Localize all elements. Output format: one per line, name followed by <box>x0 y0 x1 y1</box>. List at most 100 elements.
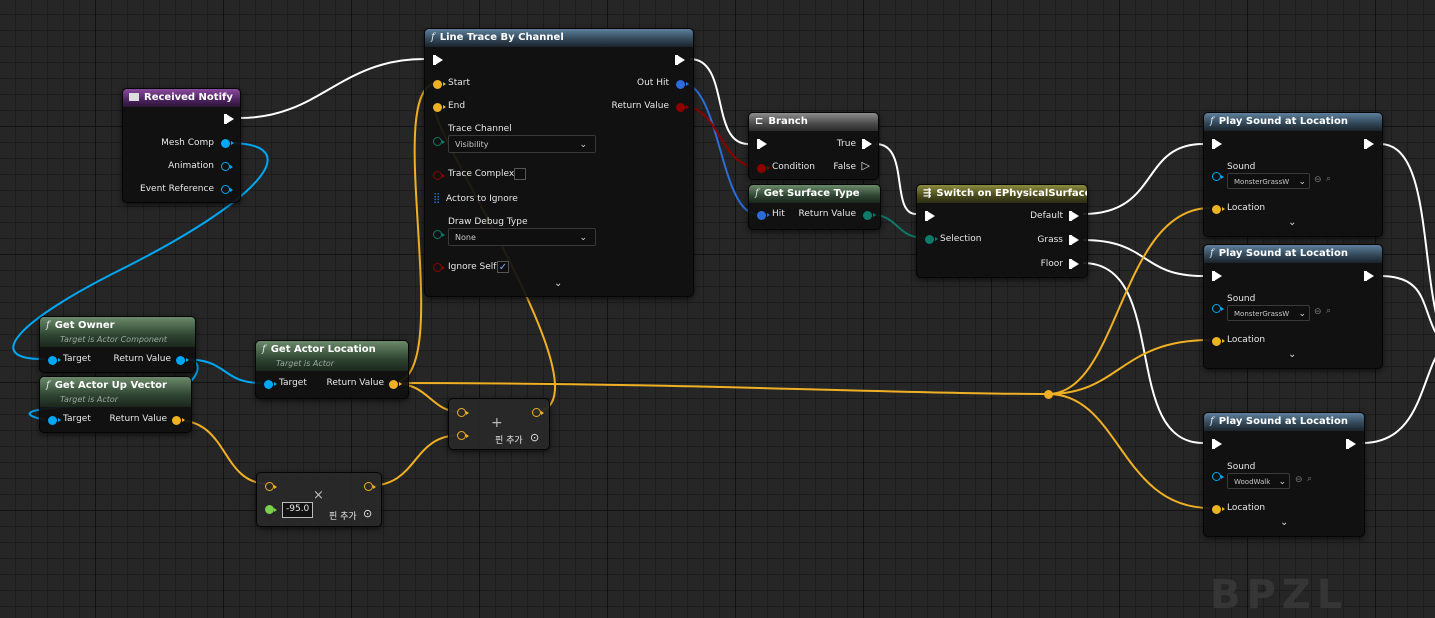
exec-out-pin[interactable] <box>1364 271 1374 281</box>
exec-grass-pin[interactable] <box>1069 235 1079 245</box>
start-pin[interactable] <box>433 80 446 89</box>
chevron-down-icon[interactable]: ⌄ <box>1288 217 1296 228</box>
search-icon[interactable]: ⌕ <box>1307 474 1312 484</box>
search-icon[interactable]: ⌕ <box>1326 174 1331 184</box>
get-surface-type-node[interactable]: f Get Surface Type Hit Return Value <box>748 184 881 230</box>
exec-out-pin[interactable] <box>224 114 234 124</box>
exec-in-pin[interactable] <box>1212 439 1222 449</box>
browse-icon[interactable]: ⊖ <box>1295 475 1303 485</box>
ignore-self-checkbox[interactable]: ✓ <box>497 261 509 273</box>
target-pin[interactable] <box>264 380 277 389</box>
chevron-down-icon[interactable]: ⌄ <box>1288 349 1296 360</box>
return-value-pin[interactable] <box>532 408 544 417</box>
browse-icon[interactable]: ⊖ <box>1314 307 1322 317</box>
sound-pin[interactable] <box>1212 304 1224 313</box>
sound-pin[interactable] <box>1212 472 1224 481</box>
ignore-self-pin[interactable] <box>433 263 445 272</box>
exec-in-pin[interactable] <box>433 55 443 65</box>
float-pin[interactable] <box>265 505 277 514</box>
exec-wire <box>1082 262 1204 444</box>
trace-channel-dropdown[interactable]: Visibility ⌄ <box>448 135 596 153</box>
return-value-pin[interactable] <box>863 211 876 220</box>
exec-floor-pin[interactable] <box>1069 259 1079 269</box>
target-pin[interactable] <box>48 416 61 425</box>
node-header: f Get Surface Type <box>749 185 880 203</box>
function-icon: f <box>46 380 50 391</box>
event-reference-pin[interactable] <box>221 185 233 194</box>
exec-out-pin[interactable] <box>1364 139 1374 149</box>
array-pin-icon[interactable]: ⣿ <box>433 193 440 204</box>
exec-in-pin[interactable] <box>1212 271 1222 281</box>
float-value-input[interactable]: -95.0 <box>282 502 314 518</box>
search-icon[interactable]: ⌕ <box>1326 306 1331 316</box>
return-value-pin[interactable] <box>172 416 185 425</box>
chevron-down-icon[interactable]: ⌄ <box>554 278 562 289</box>
exec-true-pin[interactable] <box>862 139 872 149</box>
return-value-pin[interactable] <box>176 356 189 365</box>
function-icon: f <box>1210 116 1214 127</box>
line-trace-by-channel-node[interactable]: f Line Trace By Channel Start Out Hit End… <box>424 28 694 297</box>
chevron-down-icon: ⌄ <box>1278 477 1286 487</box>
node-title: Play Sound at Location <box>1218 116 1348 127</box>
browse-icon[interactable]: ⊖ <box>1314 175 1322 185</box>
location-pin[interactable] <box>1212 505 1225 514</box>
mesh-comp-pin[interactable] <box>221 139 234 148</box>
draw-debug-pin[interactable] <box>433 230 445 239</box>
target-pin[interactable] <box>48 356 61 365</box>
received-notify-node[interactable]: Received Notify Mesh Comp Animation Even… <box>122 88 241 203</box>
switch-node[interactable]: ⇶ Switch on EPhysicalSurface Default Sele… <box>916 184 1088 278</box>
out-hit-pin[interactable] <box>676 80 689 89</box>
exec-false-pin[interactable]: ▷ <box>862 159 870 172</box>
sound-pin[interactable] <box>1212 172 1224 181</box>
pin-label: Draw Debug Type <box>448 217 528 227</box>
trace-complex-checkbox[interactable] <box>514 168 526 180</box>
return-value-pin[interactable] <box>389 380 402 389</box>
sound-asset-dropdown[interactable]: MonsterGrassW ⌄ <box>1227 173 1310 189</box>
condition-pin[interactable] <box>757 164 770 173</box>
get-actor-location-node[interactable]: f Get Actor Location Target is Actor Targe… <box>255 340 409 399</box>
location-pin[interactable] <box>1212 337 1225 346</box>
exec-out-pin[interactable] <box>1346 439 1356 449</box>
trace-channel-pin[interactable] <box>433 137 445 146</box>
get-actor-up-vector-node[interactable]: f Get Actor Up Vector Target is Actor Targ… <box>39 376 192 433</box>
reroute-knot[interactable] <box>1044 390 1053 399</box>
a-pin[interactable] <box>457 408 469 417</box>
exec-default-pin[interactable] <box>1069 211 1079 221</box>
return-value-pin[interactable] <box>364 482 376 491</box>
play-sound-at-location-node-1[interactable]: f Play Sound at Location Sound MonsterGra… <box>1203 112 1383 237</box>
hit-pin[interactable] <box>757 211 770 220</box>
selection-pin[interactable] <box>925 235 938 244</box>
function-icon: f <box>755 188 759 199</box>
add-pin-label[interactable]: 핀 추가 <box>329 509 357 522</box>
multiply-node[interactable]: × -95.0 핀 추가 ⊙ <box>256 472 382 527</box>
add-pin-icon[interactable]: ⊙ <box>363 507 372 520</box>
exec-in-pin[interactable] <box>925 211 935 221</box>
sound-asset-dropdown[interactable]: MonsterGrassW ⌄ <box>1227 305 1310 321</box>
pin-label: Location <box>1227 335 1266 345</box>
node-subtitle: Target is Actor Component <box>60 335 168 344</box>
play-sound-at-location-node-3[interactable]: f Play Sound at Location Sound WoodWalk ⌄ … <box>1203 412 1365 537</box>
play-sound-at-location-node-2[interactable]: f Play Sound at Location Sound MonsterGra… <box>1203 244 1383 369</box>
branch-node[interactable]: ⊏ Branch True Condition False ▷ <box>748 112 879 180</box>
pin-label: Out Hit <box>637 78 669 88</box>
exec-in-pin[interactable] <box>757 139 767 149</box>
location-pin[interactable] <box>1212 205 1225 214</box>
animation-pin[interactable] <box>221 162 233 171</box>
draw-debug-dropdown[interactable]: None ⌄ <box>448 228 596 246</box>
add-node[interactable]: + 핀 추가 ⊙ <box>448 398 550 450</box>
node-title: Switch on EPhysicalSurface <box>936 188 1087 199</box>
exec-wire <box>1082 143 1204 215</box>
trace-complex-pin[interactable] <box>433 171 445 180</box>
exec-out-pin[interactable] <box>675 55 685 65</box>
event-icon <box>129 93 139 101</box>
get-owner-node[interactable]: f Get Owner Target is Actor Component Targ… <box>39 316 196 373</box>
end-pin[interactable] <box>433 103 446 112</box>
add-pin-label[interactable]: 핀 추가 <box>495 433 523 446</box>
chevron-down-icon[interactable]: ⌄ <box>1280 517 1288 528</box>
a-pin[interactable] <box>265 482 277 491</box>
b-pin[interactable] <box>457 431 469 440</box>
return-value-pin[interactable] <box>676 103 689 112</box>
sound-asset-dropdown[interactable]: WoodWalk ⌄ <box>1227 473 1290 489</box>
exec-in-pin[interactable] <box>1212 139 1222 149</box>
add-pin-icon[interactable]: ⊙ <box>530 431 539 444</box>
